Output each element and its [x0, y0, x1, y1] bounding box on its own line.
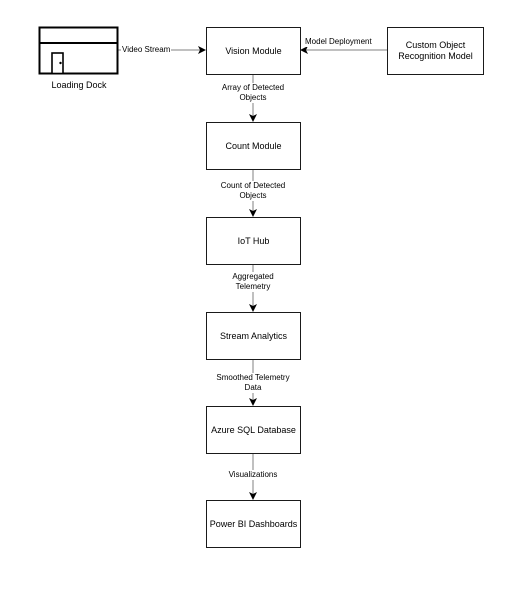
edge-label-visualizations: Visualizations — [218, 470, 288, 480]
node-power-bi[interactable]: Power BI Dashboards — [206, 500, 301, 548]
loading-dock-label: Loading Dock — [51, 80, 107, 90]
edge-label-model-deployment: Model Deployment — [305, 37, 372, 47]
node-count-module[interactable]: Count Module — [206, 122, 301, 170]
node-label: Azure SQL Database — [211, 424, 296, 435]
edge-label-video-stream: Video Stream — [121, 45, 172, 55]
node-label: Count Module — [225, 140, 282, 151]
edge-label-aggregated: Aggregated Telemetry — [218, 272, 288, 292]
node-vision-module[interactable]: Vision Module — [206, 27, 301, 75]
loading-dock-icon — [38, 26, 119, 75]
node-label: Power BI Dashboards — [209, 518, 298, 529]
node-stream-analytics[interactable]: Stream Analytics — [206, 312, 301, 360]
edge-label-count-detected: Count of Detected Objects — [213, 181, 293, 201]
node-label: Vision Module — [225, 45, 282, 56]
node-label: Custom Object Recognition Model — [398, 40, 473, 61]
node-label: Stream Analytics — [219, 330, 288, 341]
node-label: IoT Hub — [237, 235, 270, 246]
node-azure-sql[interactable]: Azure SQL Database — [206, 406, 301, 454]
node-custom-model[interactable]: Custom Object Recognition Model — [387, 27, 484, 75]
node-iot-hub[interactable]: IoT Hub — [206, 217, 301, 265]
edge-label-smoothed: Smoothed Telemetry Data — [208, 373, 298, 393]
edge-label-array-detected: Array of Detected Objects — [213, 83, 293, 103]
